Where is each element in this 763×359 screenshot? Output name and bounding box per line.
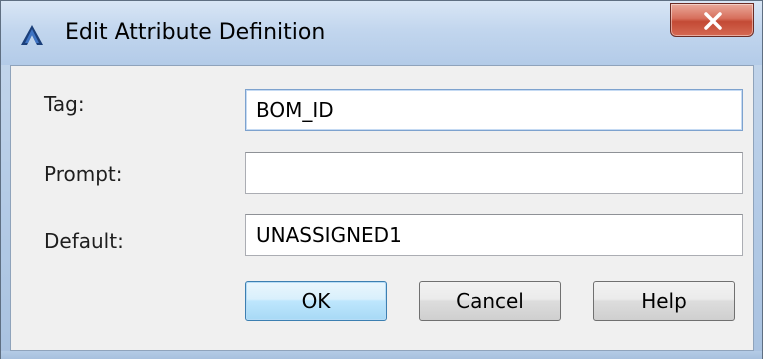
dialog-body: Tag: Prompt: Default: OK Cancel Help — [10, 65, 754, 351]
help-button[interactable]: Help — [593, 281, 735, 321]
tag-field[interactable] — [245, 89, 743, 131]
dialog-title: Edit Attribute Definition — [65, 20, 326, 45]
default-field[interactable] — [245, 214, 743, 256]
ok-button[interactable]: OK — [245, 281, 387, 321]
prompt-field[interactable] — [245, 152, 743, 194]
default-label: Default: — [44, 229, 124, 253]
close-icon — [704, 12, 722, 30]
close-button[interactable] — [670, 3, 754, 37]
title-bar[interactable]: Edit Attribute Definition — [1, 1, 762, 65]
tag-label: Tag: — [44, 92, 85, 116]
dialog-window: Edit Attribute Definition Tag: Prompt: D… — [0, 0, 763, 359]
autocad-logo-icon — [20, 24, 44, 46]
prompt-label: Prompt: — [44, 162, 123, 186]
window-frame-bottom — [1, 351, 762, 359]
cancel-button[interactable]: Cancel — [419, 281, 561, 321]
